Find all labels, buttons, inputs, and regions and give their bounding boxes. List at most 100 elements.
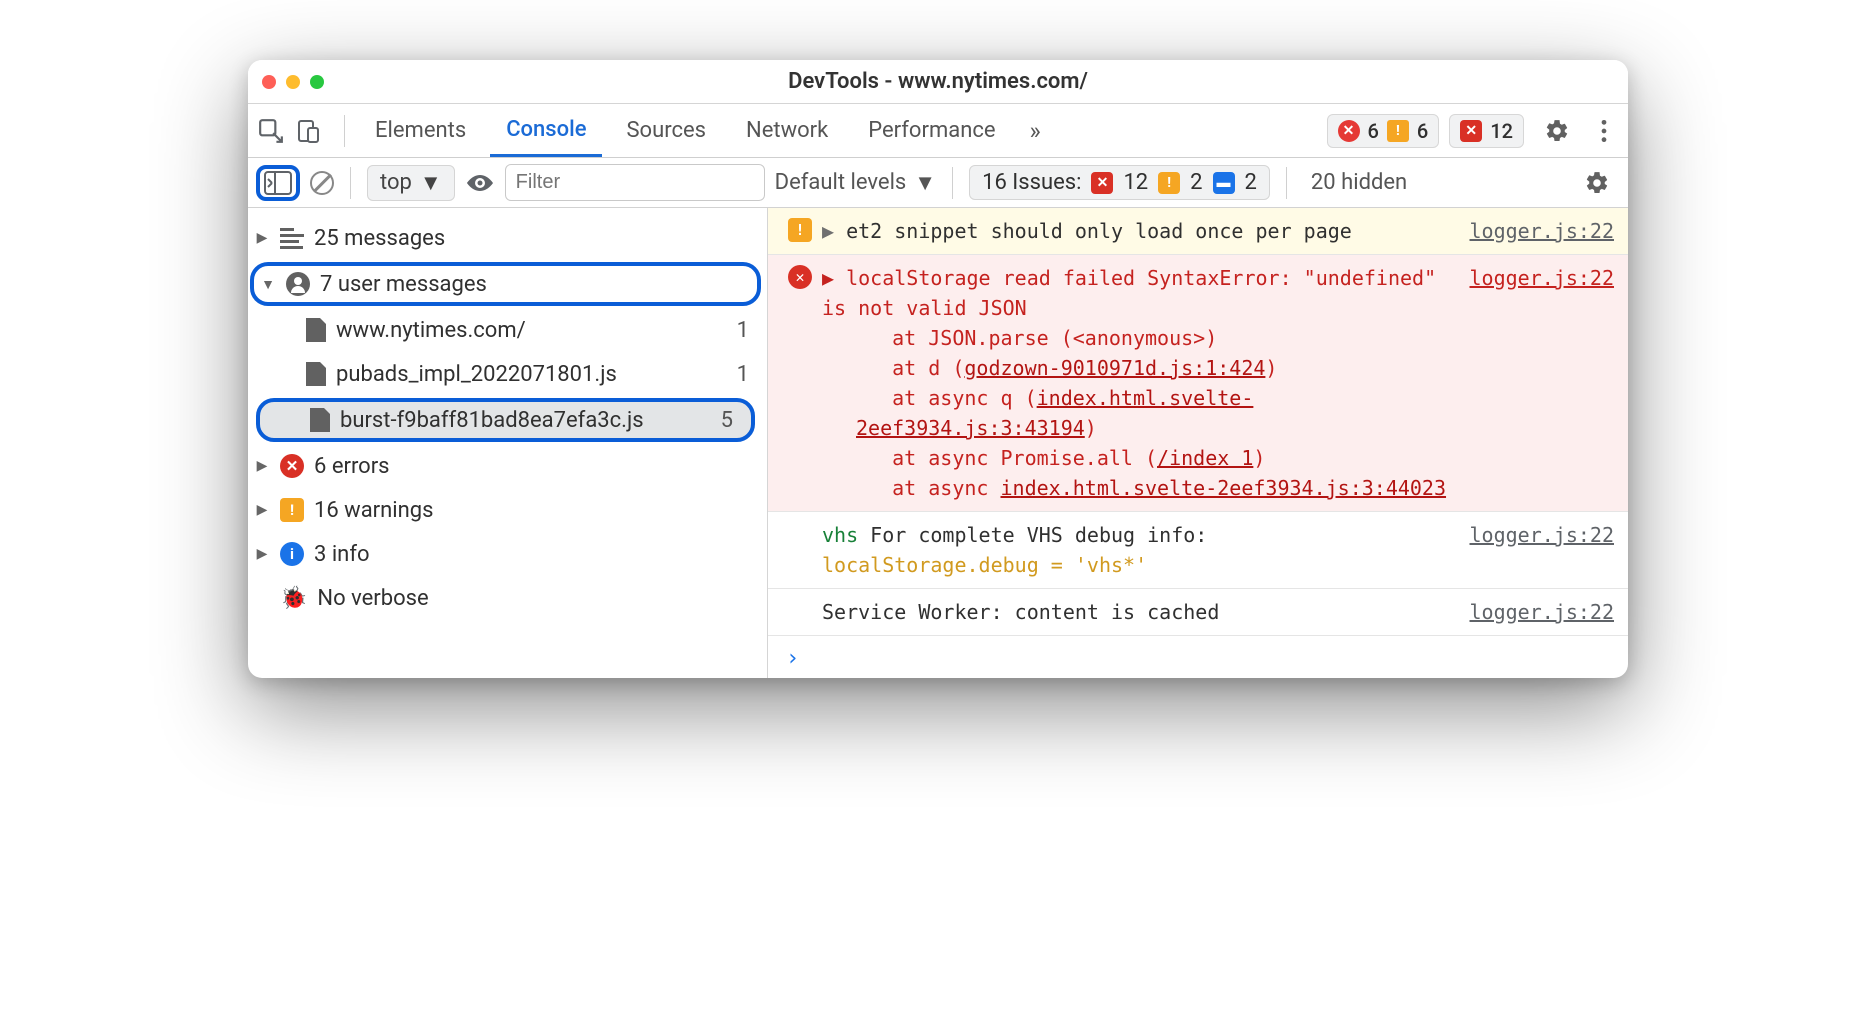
message-code: localStorage.debug = 'vhs*': [822, 553, 1147, 577]
message-text: For complete VHS debug info:: [870, 523, 1207, 547]
log-levels-selector[interactable]: Default levels ▼: [775, 170, 936, 196]
main-split: ▶ 25 messages ▼ 7 user messages www.nyti…: [248, 208, 1628, 678]
chevron-down-icon: ▼: [420, 170, 442, 196]
caret-right-icon: ▶: [254, 230, 270, 246]
cross-icon: ✕: [1460, 120, 1482, 142]
more-options-icon[interactable]: [1590, 118, 1618, 144]
bug-icon: 🐞: [280, 586, 307, 611]
issues-label: 16 Issues:: [982, 170, 1081, 195]
more-tabs-button[interactable]: »: [1020, 117, 1051, 145]
warnings-label: 16 warnings: [314, 498, 434, 523]
error-count: 6: [1368, 119, 1379, 143]
tab-elements[interactable]: Elements: [359, 104, 482, 157]
tab-console[interactable]: Console: [490, 104, 602, 157]
tab-network[interactable]: Network: [730, 104, 844, 157]
message-source-link[interactable]: logger.js:22: [1470, 597, 1615, 627]
stack-trace: at JSON.parse (<anonymous>) at d (godzow…: [822, 323, 1450, 503]
sidebar-item-messages[interactable]: ▶ 25 messages: [248, 216, 767, 260]
console-message-log[interactable]: vhs For complete VHS debug info: localSt…: [768, 512, 1628, 589]
verbose-label: No verbose: [317, 586, 428, 611]
warning-icon: !: [1158, 172, 1180, 194]
issues-summary[interactable]: 16 Issues: ✕ 12 ! 2 ▬ 2: [969, 165, 1270, 200]
sidebar-item-user-messages-highlight: ▼ 7 user messages: [250, 262, 761, 306]
sidebar-user-source-1[interactable]: pubads_impl_2022071801.js 1: [248, 352, 767, 396]
live-expression-icon[interactable]: [465, 172, 495, 194]
user-messages-label[interactable]: 7 user messages: [320, 272, 487, 297]
console-message-log[interactable]: Service Worker: content is cached logger…: [768, 589, 1628, 636]
console-message-error[interactable]: ✕ ▶ localStorage read failed SyntaxError…: [768, 255, 1628, 512]
message-text: Service Worker: content is cached: [822, 600, 1219, 624]
spacer: [788, 520, 812, 580]
info-label: 3 info: [314, 542, 370, 567]
source-count: 5: [721, 408, 739, 433]
device-toolbar-icon[interactable]: [296, 118, 320, 144]
clear-console-icon[interactable]: [310, 171, 334, 195]
error-warning-pill[interactable]: ✕ 6 ! 6: [1327, 114, 1440, 148]
source-name: burst-f9baff81bad8ea7efa3c.js: [340, 408, 644, 433]
console-filterbar: top ▼ Default levels ▼ 16 Issues: ✕ 12 !…: [248, 158, 1628, 208]
error-icon: ✕: [1091, 172, 1113, 194]
issues-info: 2: [1245, 170, 1257, 195]
stack-link[interactable]: /index 1: [1157, 446, 1253, 470]
warning-icon: !: [280, 498, 304, 522]
info-icon: ▬: [1213, 172, 1235, 194]
main-tabstrip: Elements Console Sources Network Perform…: [248, 104, 1628, 158]
devtools-window: DevTools - www.nytimes.com/ Elements Con…: [248, 60, 1628, 678]
sidebar-user-source-2-highlight[interactable]: burst-f9baff81bad8ea7efa3c.js 5: [256, 398, 755, 442]
show-console-sidebar-icon[interactable]: [264, 171, 292, 195]
minimize-window-button[interactable]: [286, 75, 300, 89]
divider: [952, 167, 953, 199]
sidebar-item-warnings[interactable]: ▶ ! 16 warnings: [248, 488, 767, 532]
tab-sources[interactable]: Sources: [610, 104, 722, 157]
sidebar-user-source-0[interactable]: www.nytimes.com/ 1: [248, 308, 767, 352]
console-sidebar: ▶ 25 messages ▼ 7 user messages www.nyti…: [248, 208, 768, 678]
messages-icon: [280, 228, 304, 249]
stack-link[interactable]: index.html.svelte-2eef3934.js:3:43194: [856, 386, 1253, 440]
levels-label: Default levels: [775, 170, 907, 195]
inspect-element-icon[interactable]: [258, 118, 284, 144]
message-text: localStorage read failed SyntaxError: "u…: [822, 266, 1436, 320]
source-count: 1: [737, 318, 755, 343]
info-icon: i: [280, 542, 304, 566]
sidebar-item-errors[interactable]: ▶ ✕ 6 errors: [248, 444, 767, 488]
caret-right-icon: ▶: [254, 546, 270, 562]
message-text: et2 snippet should only load once per pa…: [846, 219, 1352, 243]
message-source-link[interactable]: logger.js:22: [1470, 216, 1615, 246]
file-icon: [306, 318, 326, 342]
sidebar-item-verbose[interactable]: 🐞 No verbose: [248, 576, 767, 620]
sidebar-toggle-highlight: [256, 165, 300, 201]
maximize-window-button[interactable]: [310, 75, 324, 89]
chevron-down-icon: ▼: [914, 170, 936, 196]
tab-performance[interactable]: Performance: [852, 104, 1011, 157]
issues-pill[interactable]: ✕ 12: [1449, 114, 1524, 148]
file-icon: [306, 362, 326, 386]
settings-icon[interactable]: [1534, 118, 1580, 144]
caret-right-icon: ▶: [254, 502, 270, 518]
issues-errors: 12: [1123, 170, 1148, 195]
console-prompt[interactable]: ›: [768, 636, 1628, 678]
sidebar-item-info[interactable]: ▶ i 3 info: [248, 532, 767, 576]
stack-link[interactable]: godzown-9010971d.js:1:424: [964, 356, 1265, 380]
cross-count: 12: [1490, 119, 1513, 143]
expand-icon[interactable]: ▶: [822, 219, 834, 243]
context-selector[interactable]: top ▼: [367, 165, 455, 201]
message-source-link[interactable]: logger.js:22: [1470, 520, 1615, 580]
titlebar: DevTools - www.nytimes.com/: [248, 60, 1628, 104]
issues-warnings: 2: [1190, 170, 1202, 195]
message-source-link[interactable]: logger.js:22: [1470, 263, 1615, 503]
filter-input[interactable]: [505, 164, 765, 201]
expand-icon[interactable]: ▶: [822, 266, 834, 290]
hidden-count[interactable]: 20 hidden: [1303, 170, 1415, 195]
error-icon: ✕: [788, 265, 812, 289]
file-icon: [310, 408, 330, 432]
stack-link[interactable]: index.html.svelte-2eef3934.js:3:44023: [1001, 476, 1447, 500]
console-settings-icon[interactable]: [1574, 170, 1620, 196]
console-message-warning[interactable]: ! ▶ et2 snippet should only load once pe…: [768, 208, 1628, 255]
user-icon: [286, 272, 310, 296]
caret-down-icon[interactable]: ▼: [260, 276, 276, 293]
warning-count: 6: [1417, 119, 1428, 143]
close-window-button[interactable]: [262, 75, 276, 89]
divider: [350, 167, 351, 199]
error-icon: ✕: [280, 454, 304, 478]
log-prefix: vhs: [822, 523, 858, 547]
